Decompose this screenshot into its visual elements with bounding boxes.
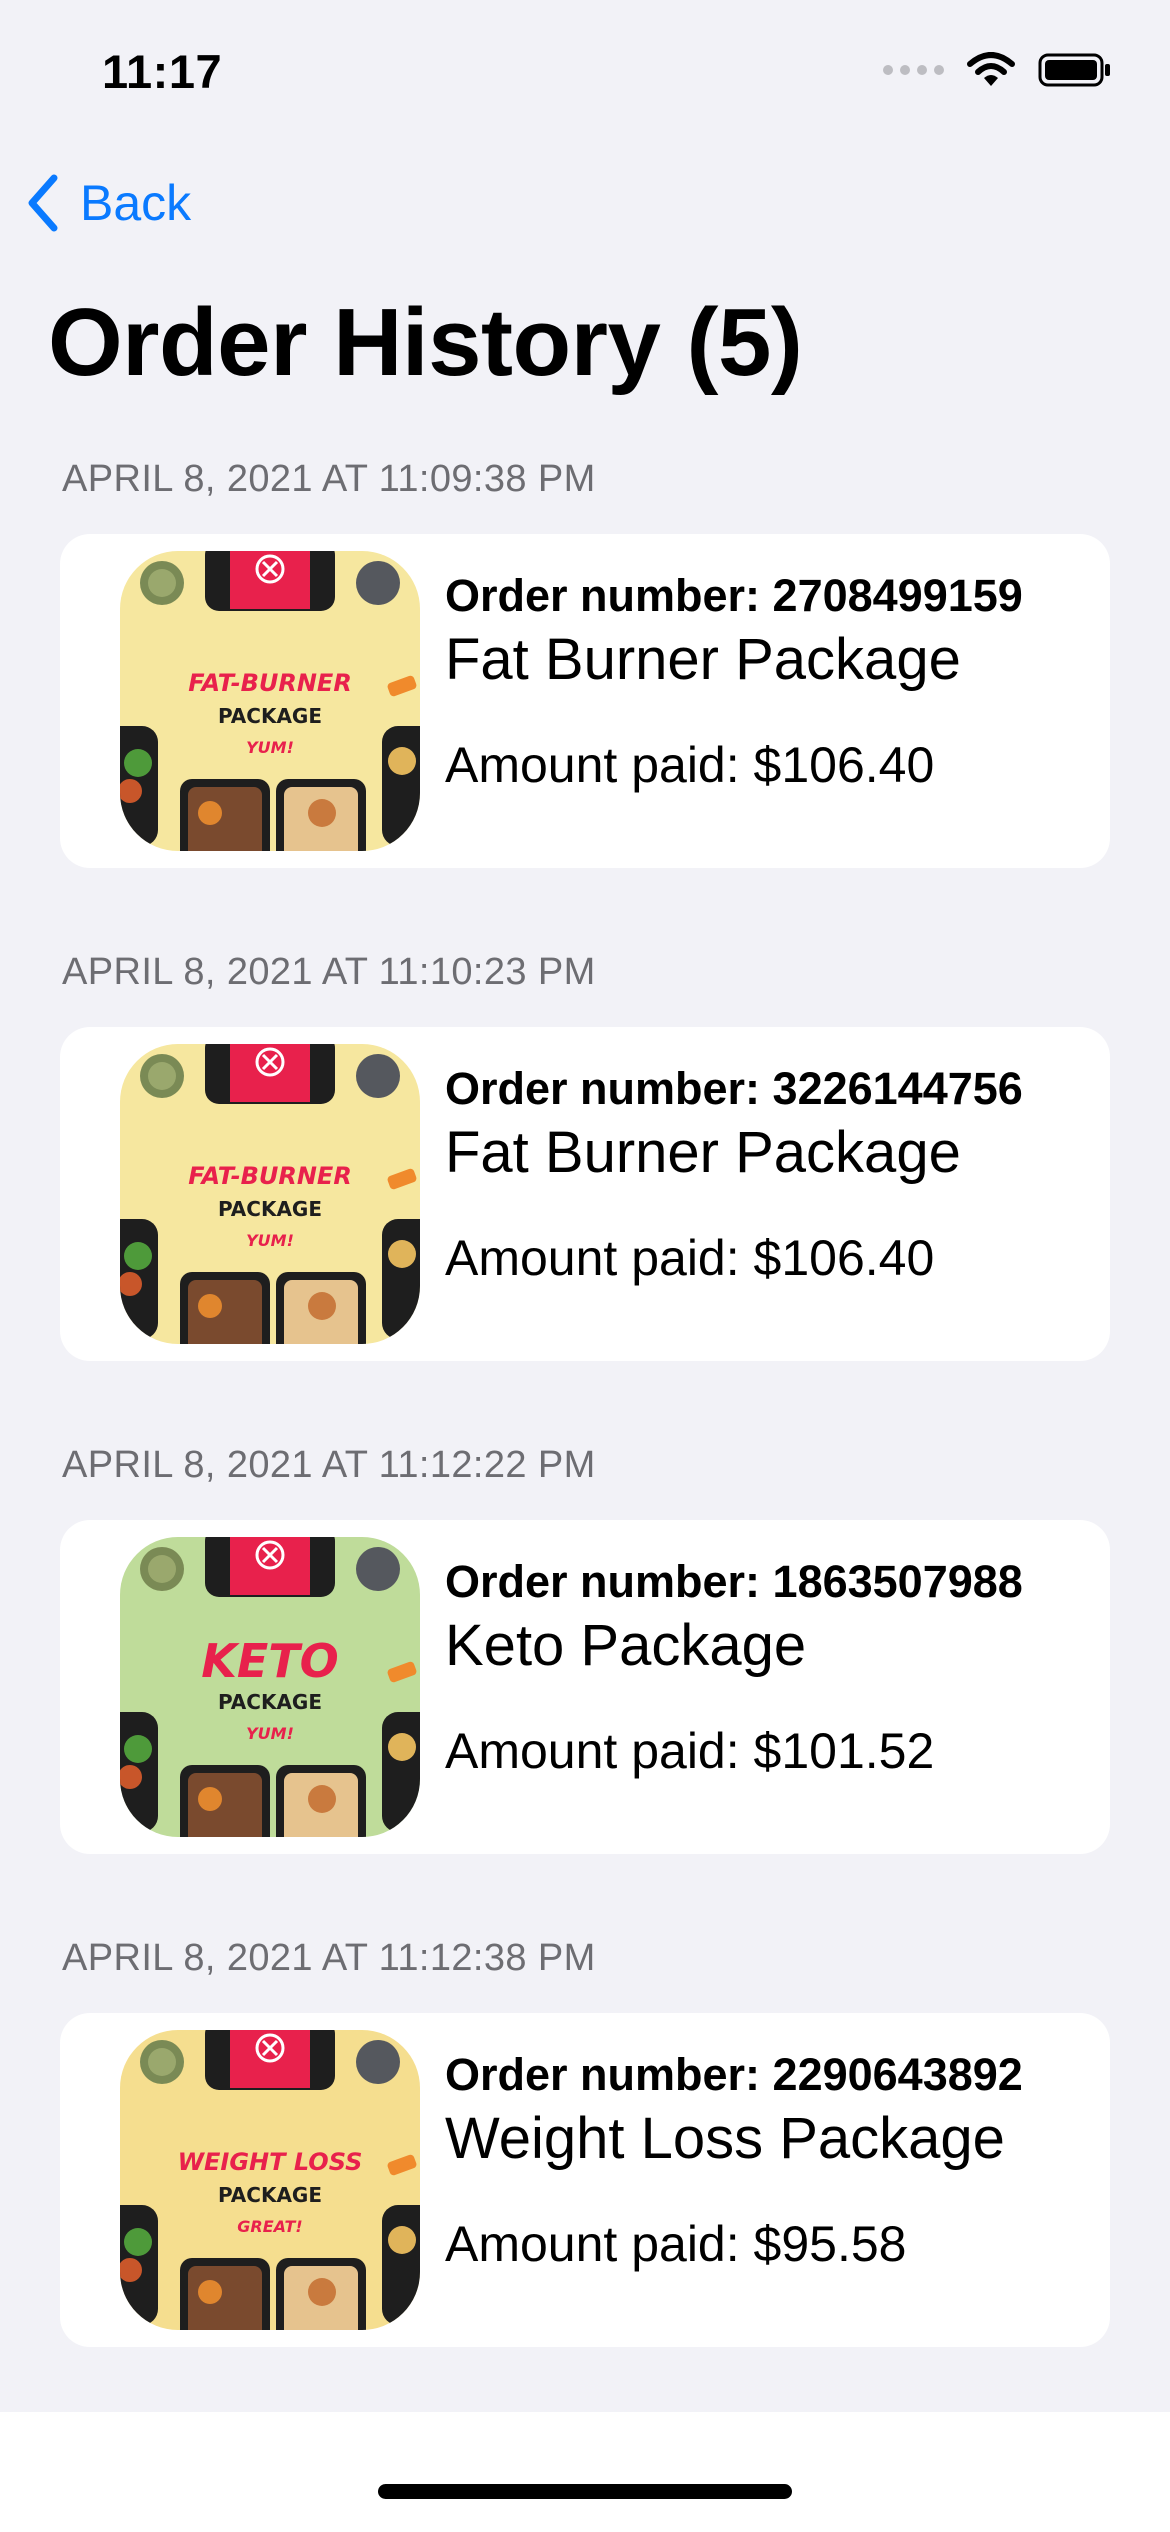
order-section: APRIL 8, 2021 AT 11:12:38 PM WEIGHT LOSS… <box>0 1929 1170 2422</box>
order-timestamp: APRIL 8, 2021 AT 11:10:23 PM <box>62 951 596 993</box>
wifi-icon <box>967 52 1015 86</box>
order-section: APRIL 8, 2021 AT 11:09:38 PM FAT-BURNER … <box>0 450 1170 943</box>
order-number: Order number: 2708499159 <box>445 570 1023 621</box>
svg-text:GREAT!: GREAT! <box>237 2217 302 2236</box>
package-image: KETO PACKAGE YUM! <box>120 1537 420 1837</box>
status-bar: 11:17 <box>0 0 1170 140</box>
svg-text:PACKAGE: PACKAGE <box>218 1197 322 1221</box>
bottom-bar <box>0 2412 1170 2532</box>
order-timestamp: APRIL 8, 2021 AT 11:12:38 PM <box>62 1937 596 1979</box>
order-card[interactable]: FAT-BURNER PACKAGE YUM! Order number: 32… <box>60 1027 1110 1361</box>
status-time: 11:17 <box>102 45 223 98</box>
svg-text:YUM!: YUM! <box>246 1231 294 1250</box>
order-card[interactable]: FAT-BURNER PACKAGE YUM! Order number: 27… <box>60 534 1110 868</box>
order-section: APRIL 8, 2021 AT 11:12:22 PM KETO PACKAG… <box>0 1436 1170 1929</box>
status-icons <box>883 52 1112 88</box>
order-card[interactable]: KETO PACKAGE YUM! Order number: 18635079… <box>60 1520 1110 1854</box>
package-image: FAT-BURNER PACKAGE YUM! <box>120 1044 420 1344</box>
package-name: Fat Burner Package <box>445 627 961 692</box>
amount-paid: Amount paid: $106.40 <box>445 737 935 793</box>
back-button[interactable]: Back <box>24 172 191 234</box>
package-name: Fat Burner Package <box>445 1120 961 1185</box>
order-list: APRIL 8, 2021 AT 11:09:38 PM FAT-BURNER … <box>0 450 1170 2422</box>
package-thumbnail: WEIGHT LOSS PACKAGE GREAT! <box>120 2030 420 2330</box>
svg-text:YUM!: YUM! <box>246 738 294 757</box>
order-number: Order number: 2290643892 <box>445 2049 1023 2100</box>
battery-icon <box>1038 53 1110 87</box>
package-name: Weight Loss Package <box>445 2106 1005 2171</box>
order-section: APRIL 8, 2021 AT 11:10:23 PM FAT-BURNER … <box>0 943 1170 1436</box>
order-timestamp: APRIL 8, 2021 AT 11:12:22 PM <box>62 1444 596 1486</box>
order-card[interactable]: WEIGHT LOSS PACKAGE GREAT! Order number:… <box>60 2013 1110 2347</box>
package-image: WEIGHT LOSS PACKAGE GREAT! <box>120 2030 420 2330</box>
svg-text:PACKAGE: PACKAGE <box>218 2183 322 2207</box>
back-label: Back <box>80 175 192 231</box>
page-title: Order History (5) <box>48 289 803 396</box>
svg-text:WEIGHT LOSS: WEIGHT LOSS <box>178 2148 363 2176</box>
signal-icon <box>883 65 944 75</box>
order-timestamp: APRIL 8, 2021 AT 11:09:38 PM <box>62 458 596 500</box>
chevron-left-icon <box>28 174 58 232</box>
amount-paid: Amount paid: $95.58 <box>445 2216 907 2272</box>
package-thumbnail: FAT-BURNER PACKAGE YUM! <box>120 551 420 851</box>
svg-text:FAT-BURNER: FAT-BURNER <box>188 669 352 697</box>
home-indicator[interactable] <box>378 2484 792 2499</box>
amount-paid: Amount paid: $101.52 <box>445 1723 935 1779</box>
package-name: Keto Package <box>445 1613 807 1678</box>
svg-text:FAT-BURNER: FAT-BURNER <box>188 1162 352 1190</box>
svg-text:KETO: KETO <box>201 1634 339 1688</box>
amount-paid: Amount paid: $106.40 <box>445 1230 935 1286</box>
package-image: FAT-BURNER PACKAGE YUM! <box>120 551 420 851</box>
order-number: Order number: 1863507988 <box>445 1556 1023 1607</box>
svg-text:PACKAGE: PACKAGE <box>218 1690 322 1714</box>
order-number: Order number: 3226144756 <box>445 1063 1023 1114</box>
package-thumbnail: FAT-BURNER PACKAGE YUM! <box>120 1044 420 1344</box>
svg-text:PACKAGE: PACKAGE <box>218 704 322 728</box>
svg-text:YUM!: YUM! <box>246 1724 294 1743</box>
package-thumbnail: KETO PACKAGE YUM! <box>120 1537 420 1837</box>
